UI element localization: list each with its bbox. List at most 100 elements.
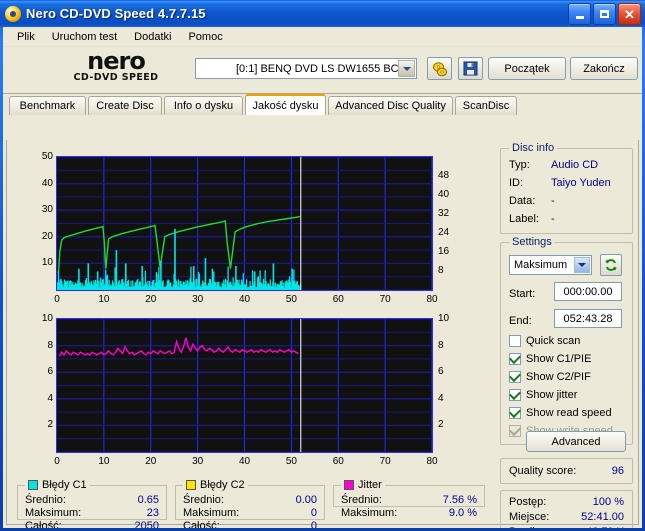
- stat-box-jitter-title: Jitter: [358, 479, 382, 491]
- y-axis-tick-label: 50: [41, 151, 53, 162]
- legend-swatch-c1: [28, 480, 38, 490]
- y2-axis-tick-label: 16: [438, 246, 450, 257]
- stat-c1-max-label: Maksimum:: [25, 507, 82, 519]
- y-axis-tick-label: 8: [47, 339, 53, 351]
- drive-selector[interactable]: [0:1] BENQ DVD LS DW1655 BCIB: [195, 58, 417, 79]
- y2-axis-tick-label: 8: [438, 265, 444, 276]
- stat-c2-max-value: 0: [310, 507, 317, 519]
- tab-create-disc[interactable]: Create Disc: [88, 96, 162, 115]
- disc-eject-icon-button[interactable]: [427, 57, 452, 80]
- x-axis-tick-label: 70: [379, 456, 391, 467]
- stat-jitter-avg-value: 7.56 %: [442, 494, 477, 506]
- tab-bar: Benchmark Create Disc Info o dysku Jakoś…: [3, 94, 642, 115]
- disc-info-data-label: Data:: [509, 195, 536, 207]
- tab-scandisc[interactable]: ScanDisc: [455, 96, 517, 115]
- y2-axis-tick-label: 8: [438, 339, 444, 351]
- disc-info-caption: Disc info: [509, 142, 558, 154]
- toolbar: nero CD-DVD SPEED [0:1] BENQ DVD LS DW16…: [3, 47, 642, 94]
- close-button[interactable]: ✕: [618, 3, 641, 25]
- progress-label: Postęp:: [509, 496, 547, 508]
- stat-box-c1: Błędy C1 Średnio: 0.65 Maksimum: 23 Cało…: [17, 479, 167, 528]
- tab-panel: 10 20 30 40 50 8 16 24 32 40 48 0 10 20 30 40 50 60 70 80 2…: [6, 140, 639, 528]
- checkbox-show-read-speed-box: [509, 407, 521, 419]
- start-button[interactable]: Początek: [488, 57, 566, 80]
- stat-box-c2-title: Błędy C2: [200, 479, 245, 491]
- stat-c2-avg-value: 0.00: [295, 494, 317, 506]
- window-title: Nero CD-DVD Speed 4.7.7.15: [26, 6, 206, 21]
- y2-axis-tick-label: 6: [438, 366, 444, 378]
- disc-info-label-label: Label:: [509, 213, 539, 225]
- x-axis-tick-label: 0: [54, 456, 60, 467]
- legend-swatch-jitter: [344, 480, 354, 490]
- disc-info-data-value: -: [551, 195, 555, 207]
- tab-info-o-dysku[interactable]: Info o dysku: [164, 96, 243, 115]
- y2-axis-tick-label: 40: [438, 189, 450, 200]
- x-axis-tick-label: 80: [426, 294, 438, 305]
- stat-jitter-avg-label: Średnio:: [341, 494, 382, 506]
- checkbox-quick-scan[interactable]: Quick scan: [509, 335, 580, 347]
- checkbox-show-c2-pif-box: [509, 371, 521, 383]
- menu-item-uruchom-test[interactable]: Uruchom test: [44, 29, 126, 45]
- start-time-label: Start:: [509, 288, 536, 300]
- speed-selector[interactable]: Maksimum: [509, 255, 592, 275]
- stat-c1-total-label: Całość:: [25, 520, 62, 528]
- x-axis-tick-label: 20: [145, 294, 157, 305]
- stat-jitter-max-value: 9.0 %: [448, 507, 477, 519]
- quality-score-value: 96: [611, 465, 624, 477]
- tab-advanced-disc-quality[interactable]: Advanced Disc Quality: [328, 96, 453, 115]
- y-axis-tick-label: 10: [41, 257, 53, 269]
- speed-value: 42.79 X: [586, 526, 624, 528]
- checkbox-show-c1-pie[interactable]: Show C1/PIE: [509, 353, 591, 365]
- save-button[interactable]: [458, 57, 483, 80]
- menu-item-plik[interactable]: Plik: [9, 29, 44, 45]
- refresh-icon: [605, 259, 617, 271]
- nero-disc-icon: [5, 5, 21, 22]
- chevron-down-icon[interactable]: [398, 60, 415, 77]
- x-axis-tick-label: 30: [192, 456, 204, 467]
- x-axis-tick-label: 80: [426, 456, 438, 467]
- menu-item-pomoc[interactable]: Pomoc: [180, 29, 231, 45]
- checkbox-show-jitter[interactable]: Show jitter: [509, 389, 577, 401]
- stat-box-c1-caption: Błędy C1: [25, 479, 90, 491]
- checkbox-show-c2-pif[interactable]: Show C2/PIF: [509, 371, 591, 383]
- disc-info-id-label: ID:: [509, 177, 524, 189]
- minimize-button[interactable]: [568, 3, 591, 25]
- y2-axis-tick-label: 10: [438, 313, 450, 324]
- y-axis-tick-label: 6: [47, 366, 53, 378]
- x-axis-tick-label: 30: [192, 294, 204, 305]
- x-axis-tick-label: 40: [238, 294, 251, 305]
- tab-benchmark[interactable]: Benchmark: [9, 96, 86, 115]
- stat-box-jitter-caption: Jitter: [341, 479, 385, 491]
- x-axis-tick-label: 20: [145, 456, 157, 467]
- checkbox-show-c2-pif-label: Show C2/PIF: [526, 371, 591, 383]
- checkbox-show-c1-pie-box: [509, 353, 521, 365]
- y2-axis-tick-label: 32: [438, 208, 450, 219]
- stat-c2-total-value: 0: [310, 520, 317, 528]
- start-time-field[interactable]: 000:00.00: [554, 282, 622, 301]
- x-axis-tick-label: 50: [285, 456, 297, 467]
- settings-group: Settings Maksimum Start: 000:00.00 End: …: [500, 236, 633, 445]
- y-axis-tick-label: 20: [41, 230, 53, 242]
- logo-subtitle-text: CD-DVD SPEED: [73, 72, 159, 83]
- disc-info-group: Disc info Typ: Audio CD ID: Taiyo Yuden …: [500, 142, 633, 234]
- refresh-button[interactable]: [600, 254, 622, 276]
- checkbox-show-read-speed[interactable]: Show read speed: [509, 407, 612, 419]
- menu-bar: Plik Uruchom test Dodatki Pomoc: [3, 27, 642, 47]
- drive-selector-value: [0:1] BENQ DVD LS DW1655 BCIB: [235, 62, 409, 75]
- client-area: Plik Uruchom test Dodatki Pomoc nero CD-…: [3, 27, 642, 528]
- stat-box-jitter: Jitter Średnio: 7.56 % Maksimum: 9.0 %: [333, 479, 485, 519]
- tab-jakosc-dysku[interactable]: Jakość dysku: [245, 94, 326, 115]
- legend-swatch-c2: [186, 480, 196, 490]
- checkbox-quick-scan-box: [509, 335, 521, 347]
- chevron-down-icon[interactable]: [574, 257, 590, 273]
- settings-caption: Settings: [509, 236, 555, 248]
- advanced-button[interactable]: Advanced: [526, 431, 626, 452]
- menu-item-dodatki[interactable]: Dodatki: [126, 29, 180, 45]
- logo-nero-text: nero: [87, 47, 146, 75]
- checkbox-show-jitter-box: [509, 389, 521, 401]
- maximize-button[interactable]: [593, 3, 616, 25]
- x-axis-tick-label: 60: [332, 456, 344, 467]
- end-time-field[interactable]: 052:43.28: [554, 309, 622, 328]
- x-axis-tick-label: 40: [238, 456, 251, 467]
- stop-button[interactable]: Zakończ: [570, 57, 638, 80]
